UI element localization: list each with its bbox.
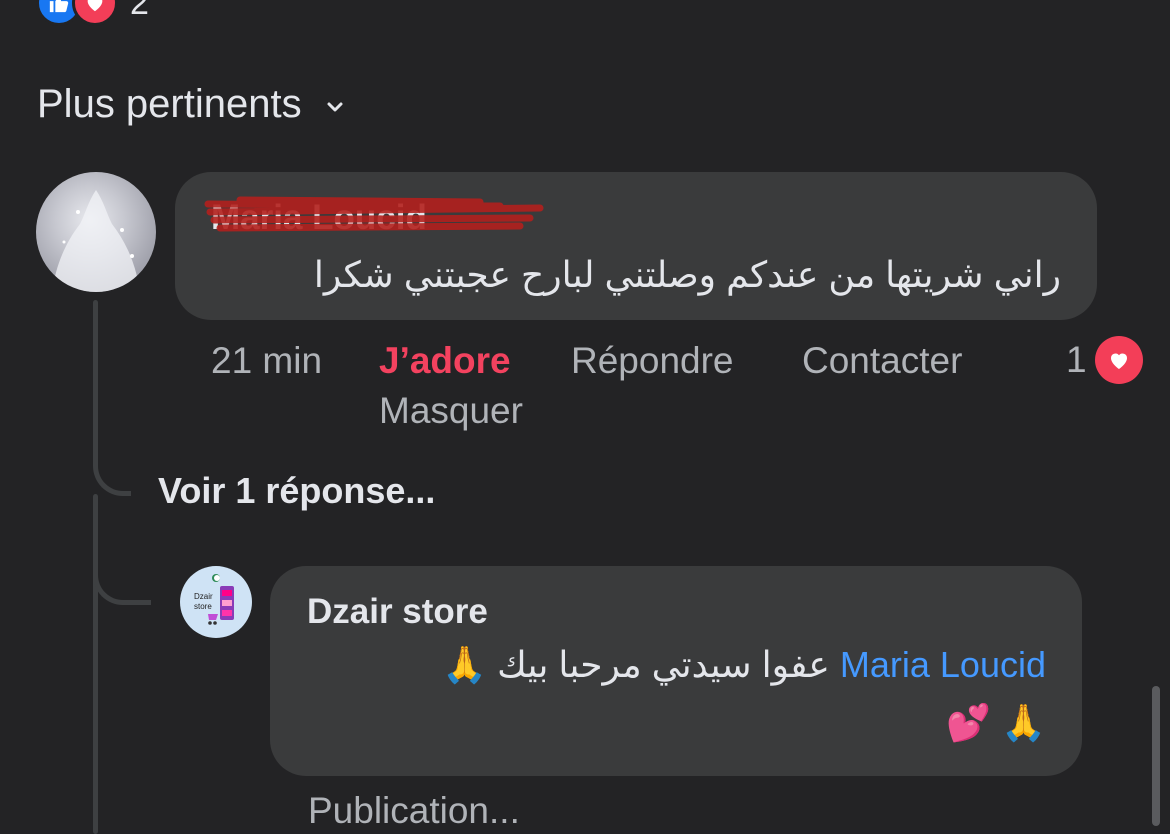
thread-line-curve: [93, 440, 131, 496]
contact-button[interactable]: Contacter: [802, 340, 962, 382]
reply-button[interactable]: Répondre: [571, 340, 734, 382]
pray-emoji: 🙏: [442, 644, 488, 685]
avatar-text-1: Dzair: [194, 592, 213, 601]
comment-text: راني شريتها من عندكم وصلتني لبارح عجبتني…: [313, 254, 1061, 295]
dress-image: [52, 190, 140, 292]
reaction-summary[interactable]: 2: [36, 0, 149, 28]
see-replies-link[interactable]: Voir 1 réponse...: [158, 470, 435, 512]
mention-link[interactable]: Maria Loucid: [840, 644, 1046, 685]
comment-reaction-number: 1: [1066, 339, 1087, 380]
reply-text-line1: Maria Loucid عفوا سيدتي مرحبا بيك 🙏: [286, 644, 1046, 686]
thread-line: [93, 300, 98, 450]
reply-author[interactable]: Dzair store: [307, 592, 488, 632]
avatar[interactable]: [36, 172, 156, 292]
thread-line-curve: [93, 550, 151, 605]
store-logo: Dzair store: [194, 574, 234, 625]
hide-button[interactable]: Masquer: [379, 390, 523, 432]
love-icon: [72, 0, 118, 26]
store-avatar[interactable]: Dzair store: [180, 566, 252, 638]
comment-time: 21 min: [211, 340, 323, 381]
chevron-down-icon: [327, 102, 343, 111]
sort-label: Plus pertinents: [37, 82, 302, 126]
reply-bubble[interactable]: Dzair store Maria Loucid عفوا سيدتي مرحب…: [270, 566, 1082, 776]
comment-reaction-count[interactable]: 1: [1066, 336, 1143, 384]
avatar-text-2: store: [194, 602, 212, 611]
reaction-count: 2: [130, 0, 149, 22]
thread-line: [93, 494, 98, 834]
love-button[interactable]: J’adore: [379, 340, 511, 382]
love-icon: [1094, 336, 1143, 384]
scrollbar[interactable]: [1152, 686, 1160, 826]
redaction-scribble: [204, 196, 544, 232]
sort-dropdown[interactable]: Plus pertinents: [37, 82, 344, 127]
reply-text: عفوا سيدتي مرحبا بيك: [497, 644, 830, 685]
reply-emoji-line: 🙏 💕: [946, 702, 1046, 743]
